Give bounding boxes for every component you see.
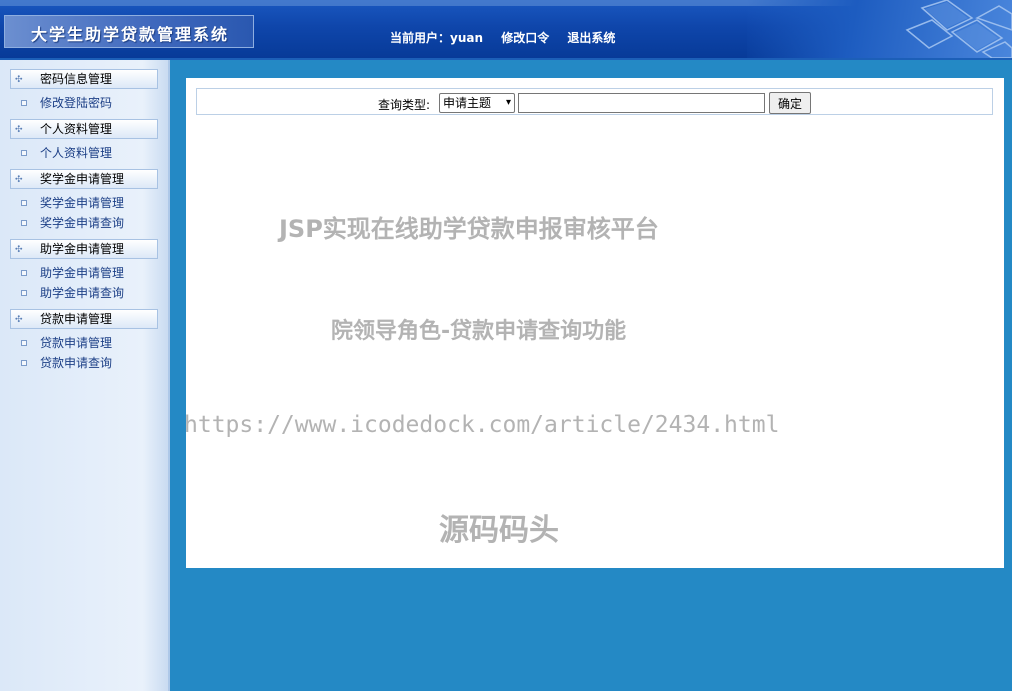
menu-group-grant[interactable]: ✣ 助学金申请管理	[10, 239, 158, 259]
bullet-icon	[21, 270, 27, 276]
sidebar-item-scholarship-query[interactable]: 奖学金申请查询	[0, 213, 166, 233]
menu-group-loan[interactable]: ✣ 贷款申请管理	[10, 309, 158, 329]
header-decoration	[747, 0, 1012, 58]
bullet-icon	[21, 360, 27, 366]
search-type-select[interactable]: 申请主题 ▾	[439, 93, 515, 113]
left-sidebar: ✣ 密码信息管理 修改登陆密码 ✣ 个人资料管理 个人资料管理 ✣ 奖学金申请管…	[0, 60, 170, 691]
sidebar-item-label: 个人资料管理	[40, 146, 113, 160]
sidebar-item-label: 助学金申请查询	[40, 286, 125, 300]
menu-group-title: 个人资料管理	[40, 122, 113, 136]
menu-group-title: 奖学金申请管理	[40, 172, 125, 186]
sidebar-item-label: 修改登陆密码	[40, 96, 113, 110]
plus-icon: ✣	[15, 75, 23, 85]
sidebar-item-label: 奖学金申请查询	[40, 216, 125, 230]
current-user-info: 当前用户：yuan	[390, 31, 483, 45]
system-logo: 大学生助学贷款管理系统	[4, 15, 254, 48]
plus-icon: ✣	[15, 175, 23, 185]
sidebar-item-profile[interactable]: 个人资料管理	[0, 143, 166, 163]
search-type-selected: 申请主题	[443, 96, 492, 110]
sidebar-menu: ✣ 密码信息管理 修改登陆密码 ✣ 个人资料管理 个人资料管理 ✣ 奖学金申请管…	[0, 69, 166, 373]
search-type-label: 查询类型:	[378, 98, 431, 112]
sidebar-item-loan-query[interactable]: 贷款申请查询	[0, 353, 166, 373]
plus-icon: ✣	[15, 245, 23, 255]
plus-icon: ✣	[15, 125, 23, 135]
bullet-icon	[21, 200, 27, 206]
search-input[interactable]	[518, 93, 765, 113]
bullet-icon	[21, 150, 27, 156]
change-password-link[interactable]: 修改口令	[501, 31, 549, 45]
watermark-title: JSP实现在线助学贷款申报审核平台	[279, 215, 659, 243]
sidebar-item-grant-manage[interactable]: 助学金申请管理	[0, 263, 166, 283]
chevron-down-icon: ▾	[505, 97, 511, 108]
keyboard-decoration-icon	[905, 0, 1012, 58]
logout-link[interactable]: 退出系统	[567, 31, 615, 45]
search-submit-button[interactable]: 确定	[769, 92, 811, 114]
sidebar-item-change-password[interactable]: 修改登陆密码	[0, 93, 166, 113]
top-header: 大学生助学贷款管理系统 当前用户：yuan 修改口令 退出系统	[0, 0, 1012, 60]
bullet-icon	[21, 220, 27, 226]
current-user-label: 当前用户：	[390, 31, 451, 45]
menu-group-title: 密码信息管理	[40, 72, 113, 86]
sidebar-item-label: 贷款申请查询	[40, 356, 113, 370]
menu-group-title: 贷款申请管理	[40, 312, 113, 326]
watermark-url: https://www.icodedock.com/article/2434.h…	[184, 412, 780, 438]
menu-group-scholarship[interactable]: ✣ 奖学金申请管理	[10, 169, 158, 189]
search-bar: 查询类型: 申请主题 ▾ 确定	[196, 88, 993, 115]
sidebar-item-loan-manage[interactable]: 贷款申请管理	[0, 333, 166, 353]
sidebar-item-label: 贷款申请管理	[40, 336, 113, 350]
bullet-icon	[21, 340, 27, 346]
sidebar-item-label: 助学金申请管理	[40, 266, 125, 280]
main-content-panel: 查询类型: 申请主题 ▾ 确定 JSP实现在线助学贷款申报审核平台 院领导角色-…	[184, 78, 1004, 568]
plus-icon: ✣	[15, 315, 23, 325]
current-user-name: yuan	[450, 31, 484, 45]
watermark-brand: 源码码头	[439, 513, 559, 548]
user-area: 当前用户：yuan 修改口令 退出系统	[390, 29, 629, 46]
watermark-subtitle: 院领导角色-贷款申请查询功能	[331, 319, 627, 344]
system-title: 大学生助学贷款管理系统	[31, 25, 230, 44]
menu-group-profile[interactable]: ✣ 个人资料管理	[10, 119, 158, 139]
menu-group-password[interactable]: ✣ 密码信息管理	[10, 69, 158, 89]
sidebar-item-grant-query[interactable]: 助学金申请查询	[0, 283, 166, 303]
sidebar-item-label: 奖学金申请管理	[40, 196, 125, 210]
bullet-icon	[21, 100, 27, 106]
sidebar-item-scholarship-manage[interactable]: 奖学金申请管理	[0, 193, 166, 213]
bullet-icon	[21, 290, 27, 296]
menu-group-title: 助学金申请管理	[40, 242, 125, 256]
